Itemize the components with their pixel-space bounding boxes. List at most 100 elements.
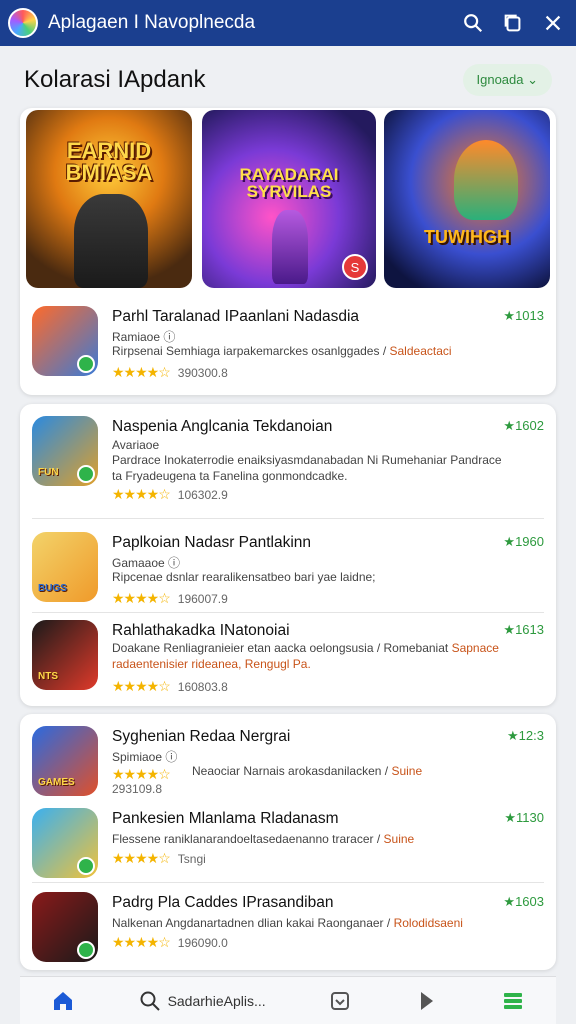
copy-icon[interactable] [502,12,524,34]
list-item[interactable]: Parhl Taralanad IPaanlani Nadasdia Ramia… [32,306,544,384]
app-icon [32,306,98,376]
desc-text: Rirpsenai Semhiaga iarpakemarckes osanlg… [112,344,387,358]
app-icon: GAMES [32,726,98,796]
rating-stars: ★★★★☆ [112,850,171,866]
desc-text: Neaociar Narnais arokasdanilacken / [192,764,389,778]
install-badge-icon [77,857,95,875]
featured-title: TUWIHGH [424,227,510,247]
app-description: Neaociar Narnais arokasdanilacken / Suin… [192,764,532,778]
featured-banner[interactable]: TUWIHGH [384,110,550,288]
section-header: Kolarasi IApdank Ignoada ⌄ [24,62,552,98]
list-item[interactable]: BUGS Paplkoian Nadasr Pantlakinn Gamaaoe… [32,532,544,610]
featured-banner[interactable]: RAYADARAI SYRVILAS S [202,110,376,288]
app-icon: NTS [32,620,98,690]
app-rating: ★1602 [503,418,544,433]
play-icon [421,991,434,1010]
character-art [74,194,148,288]
search-icon [140,991,160,1011]
icon-art: NTS [38,671,58,682]
download-count: 293109.8 [112,782,163,796]
desc-text: Pardrace Inokaterrodie enaiksiyasmdanaba… [112,453,447,467]
rating-stars: ★★★★☆ [112,678,171,694]
desc-text: Nalkenan Angdanartadnen dlian kakai Raon… [112,916,391,930]
app-name: Rahlathakadka INatonoiai [112,622,290,639]
install-badge-icon [77,465,95,483]
top-app-bar: Aplagaen I Navoplnecda [0,0,576,46]
list-icon [503,992,522,1009]
rating-stars: ★★★★☆ [112,590,171,606]
app-meta: 293109.8 [112,782,162,796]
icon-art: GAMES [38,777,75,788]
app-icon [32,808,98,878]
list-item[interactable]: NTS Rahlathakadka INatonoiai Doakane Ren… [32,620,544,698]
app-name: Syghenian Redaa Nergrai [112,728,291,745]
nav-updates[interactable] [328,989,352,1013]
divider [32,882,544,883]
app-meta: ★★★★☆ 106302.9 [112,486,228,503]
rating-stars: ★★★★☆ [112,934,171,950]
app-name: Naspenia Anglcania Tekdanoian [112,418,333,435]
app-title: Aplagaen I Navoplnecda [48,12,256,33]
section-title: Kolarasi IApdank [24,66,206,93]
rating-stars: ★★★★☆ [112,766,171,782]
app-description: Rirpsenai Semhiaga iarpakemarckes osanlg… [112,344,512,358]
app-meta: ★★★★☆ 390300.8 [112,364,228,381]
download-count: 196090.0 [177,935,228,950]
icon-art: FUN [38,467,59,478]
app-category: Ramiaoe ⓘ [112,330,176,344]
section-filter-button[interactable]: Ignoada ⌄ [462,64,552,96]
app-category: Avariaoe [112,438,160,452]
character-art [454,140,518,220]
list-item[interactable]: Padrg Pla Caddes IPrasandiban Nalkenan A… [32,892,544,970]
download-count: 106302.9 [177,487,228,502]
list-item[interactable]: Pankesien Mlanlama Rladanasm Flessene ra… [32,808,544,886]
app-rating: ★1960 [503,534,544,549]
app-rating: ★1130 [504,810,544,825]
badge-icon: S [342,254,368,280]
nav-search[interactable]: SadarhieAplis... [138,989,266,1013]
featured-banner[interactable]: EARNID BMIASA [26,110,192,288]
list-item[interactable]: FUN Naspenia Anglcania Tekdanoian Avaria… [32,416,544,502]
download-count: 390300.8 [177,365,228,380]
app-logo [8,8,38,38]
nav-library[interactable] [501,989,525,1013]
app-icon [32,892,98,962]
app-meta: ★★★★☆ [112,766,171,783]
bottom-nav: SadarhieAplis... [20,976,556,1024]
app-rating: ★1013 [503,308,544,323]
close-icon[interactable] [542,12,564,34]
download-count: Tsngi [177,851,206,866]
app-meta: ★★★★☆ 196090.0 [112,934,228,951]
list-item[interactable]: GAMES Syghenian Redaa Nergrai Spimiaoe ⓘ… [32,726,544,804]
rating-stars: ★★★★☆ [112,486,171,502]
download-box-icon [331,991,349,1010]
desc-tag: Suine [391,764,423,778]
desc-text: Flessene raniklanarandoeltasedaenanno tr… [112,832,381,846]
app-name: Padrg Pla Caddes IPrasandiban [112,894,334,911]
app-description: Flessene raniklanarandoeltasedaenanno tr… [112,832,512,846]
home-icon [54,991,73,1010]
divider [32,518,544,519]
app-icon: FUN [32,416,98,486]
nav-search-label: SadarhieAplis... [167,992,266,1009]
icon-art: BUGS [38,583,67,594]
app-meta: ★★★★☆ Tsngi [112,850,206,867]
nav-home[interactable] [51,989,75,1013]
search-icon[interactable] [462,12,484,34]
download-count: 196007.9 [177,591,228,606]
app-category: Gamaaoe ⓘ [112,556,181,570]
desc-text: Doakane Renliagranieier etan aacka oelon… [112,641,449,655]
desc-tag: Saldeactaci [389,344,452,358]
app-meta: ★★★★☆ 160803.8 [112,678,228,695]
app-description: Nalkenan Angdanartadnen dlian kakai Raon… [112,916,512,930]
nav-play[interactable] [414,989,438,1013]
app-category: Spimiaoe ⓘ [112,750,178,764]
app-description: Doakane Renliagranieier etan aacka oelon… [112,640,512,672]
app-rating: ★1603 [503,894,544,909]
app-icon: BUGS [32,532,98,602]
featured-title: RAYADARAI SYRVILAS [239,165,339,201]
featured-title: EARNID BMIASA [65,138,153,185]
desc-tag: Rolodidsaeni [393,916,463,930]
rating-stars: ★★★★☆ [112,364,171,380]
install-badge-icon [77,941,95,959]
